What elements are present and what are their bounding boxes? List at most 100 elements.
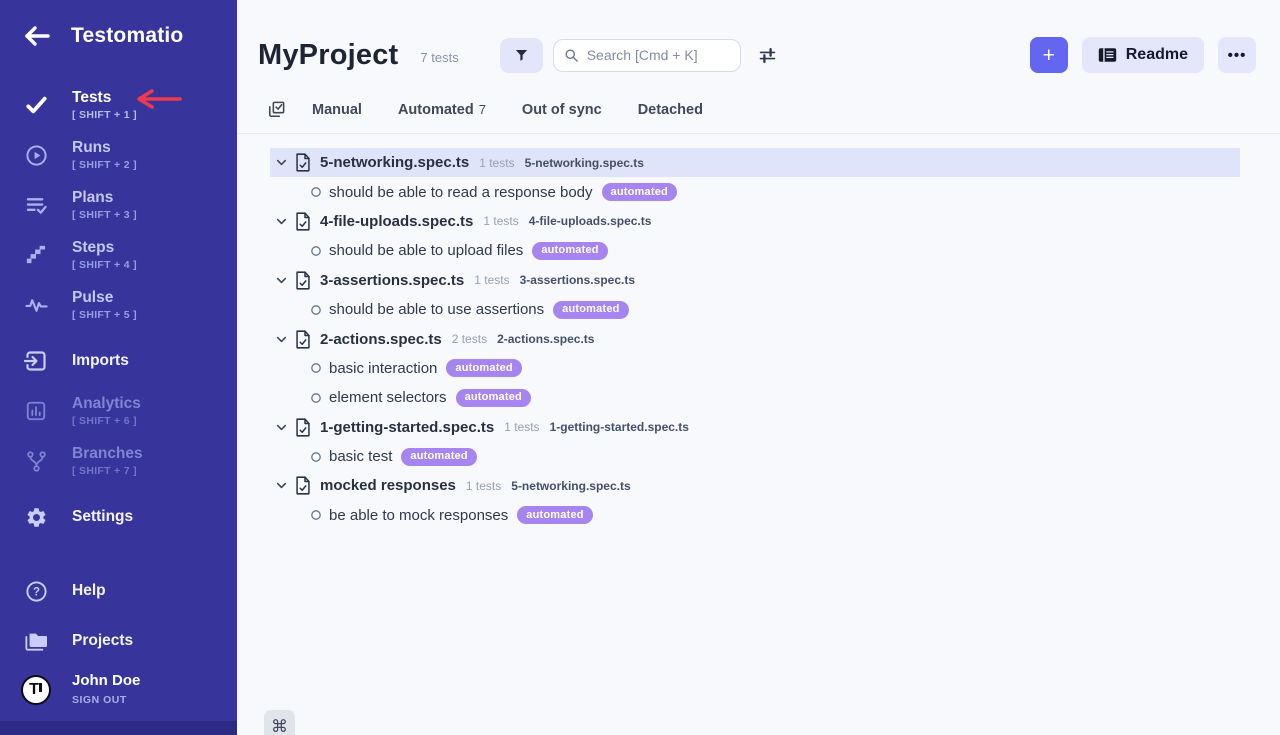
sidebar-item-shortcut: [ SHIFT + 2 ] bbox=[72, 159, 137, 172]
test-row[interactable]: element selectors automated bbox=[270, 383, 1240, 412]
automated-badge: automated bbox=[553, 301, 628, 319]
test-title: element selectors bbox=[329, 389, 447, 406]
sidebar-item-analytics[interactable]: Analytics[ SHIFT + 6 ] bbox=[0, 386, 237, 436]
funnel-icon bbox=[514, 47, 529, 63]
test-title: basic test bbox=[329, 448, 392, 465]
group-test-count: 1 tests bbox=[474, 273, 509, 287]
import-icon bbox=[24, 349, 48, 373]
group-file-path: 5-networking.spec.ts bbox=[511, 479, 630, 493]
select-all-button[interactable] bbox=[267, 100, 286, 119]
sidebar-item-steps[interactable]: Steps[ SHIFT + 4 ] bbox=[0, 230, 237, 280]
test-group-row[interactable]: mocked responses1 tests5-networking.spec… bbox=[270, 471, 1240, 500]
sidebar-item-projects[interactable]: Projects bbox=[0, 616, 237, 666]
sidebar-item-plans[interactable]: Plans[ SHIFT + 3 ] bbox=[0, 180, 237, 230]
sidebar-item-runs[interactable]: Runs [ SHIFT + 2 ] bbox=[0, 130, 237, 180]
test-title: should be able to read a response body bbox=[329, 184, 593, 201]
select-all-icon bbox=[267, 100, 286, 119]
readme-button[interactable]: Readme bbox=[1082, 37, 1204, 73]
avatar: T bbox=[21, 675, 51, 705]
sidebar-item-settings[interactable]: Settings bbox=[0, 492, 237, 542]
test-group-row[interactable]: 4-file-uploads.spec.ts1 tests4-file-uplo… bbox=[270, 207, 1240, 236]
sidebar-item-label: Projects bbox=[72, 631, 133, 650]
automated-badge: automated bbox=[401, 448, 476, 466]
collapse-toggle[interactable] bbox=[275, 333, 288, 346]
book-icon bbox=[1098, 47, 1117, 63]
test-title: should be able to use assertions bbox=[329, 301, 544, 318]
tab-automated[interactable]: Automated7 bbox=[398, 102, 486, 118]
group-name: 1-getting-started.spec.ts bbox=[320, 419, 494, 436]
test-row[interactable]: should be able to read a response bodyau… bbox=[270, 177, 1240, 206]
sidebar-item-pulse[interactable]: Pulse[ SHIFT + 5 ] bbox=[0, 280, 237, 330]
sliders-icon bbox=[758, 47, 777, 64]
group-file-path: 2-actions.spec.ts bbox=[497, 332, 594, 346]
collapse-toggle[interactable] bbox=[275, 421, 288, 434]
sidebar-item-tests[interactable]: Tests[ SHIFT + 1 ] bbox=[0, 80, 237, 130]
collapse-toggle[interactable] bbox=[275, 274, 288, 287]
test-status-icon bbox=[310, 362, 322, 374]
activity-icon bbox=[25, 296, 48, 314]
group-test-count: 1 tests bbox=[483, 214, 518, 228]
tab-manual[interactable]: Manual bbox=[312, 102, 362, 118]
collapse-toggle[interactable] bbox=[275, 156, 288, 169]
test-status-icon bbox=[310, 509, 322, 521]
sidebar-item-shortcut: [ SHIFT + 3 ] bbox=[72, 209, 137, 222]
collapse-toggle[interactable] bbox=[275, 215, 288, 228]
search-icon bbox=[564, 48, 579, 63]
test-row[interactable]: should be able to use assertions automate… bbox=[270, 295, 1240, 324]
view-options-button[interactable] bbox=[758, 47, 777, 64]
test-row[interactable]: basic interaction automated bbox=[270, 354, 1240, 383]
automated-badge: automated bbox=[456, 389, 531, 407]
test-row[interactable]: be able to mock responses automated bbox=[270, 501, 1240, 530]
sign-out-link[interactable]: SIGN OUT bbox=[72, 694, 140, 707]
test-group-row[interactable]: 1-getting-started.spec.ts1 tests1-gettin… bbox=[270, 413, 1240, 442]
group-name: 5-networking.spec.ts bbox=[320, 154, 469, 171]
tab-label: Detached bbox=[638, 102, 703, 118]
group-test-count: 1 tests bbox=[504, 420, 539, 434]
test-status-icon bbox=[310, 304, 322, 316]
user-menu[interactable]: T John Doe SIGN OUT bbox=[0, 666, 237, 715]
test-group-row[interactable]: 3-assertions.spec.ts1 tests3-assertions.… bbox=[270, 266, 1240, 295]
collapse-toggle[interactable] bbox=[275, 479, 288, 492]
test-status-icon bbox=[310, 392, 322, 404]
play-circle-icon bbox=[25, 144, 48, 167]
automated-badge: automated bbox=[446, 359, 521, 377]
sidebar-item-label: Settings bbox=[72, 507, 133, 526]
search-input[interactable] bbox=[587, 47, 730, 63]
file-icon bbox=[295, 153, 311, 172]
group-name: mocked responses bbox=[320, 477, 456, 494]
file-icon bbox=[295, 418, 311, 437]
filter-button[interactable] bbox=[500, 38, 543, 73]
stairs-icon bbox=[25, 245, 47, 265]
test-group-row[interactable]: 5-networking.spec.ts1 tests5-networking.… bbox=[270, 148, 1240, 177]
sidebar-item-imports[interactable]: Imports bbox=[0, 336, 237, 386]
tab-out-of-sync[interactable]: Out of sync bbox=[522, 102, 602, 118]
sidebar-item-label: Analytics bbox=[72, 394, 141, 413]
sidebar-item-help[interactable]: ?Help bbox=[0, 566, 237, 616]
test-group-row[interactable]: 2-actions.spec.ts2 tests2-actions.spec.t… bbox=[270, 324, 1240, 353]
sidebar-item-label: Runs bbox=[72, 138, 137, 157]
sidebar-item-branches[interactable]: Branches[ SHIFT + 7 ] bbox=[0, 436, 237, 486]
sidebar-item-label: Imports bbox=[72, 351, 129, 370]
group-name: 2-actions.spec.ts bbox=[320, 331, 442, 348]
sidebar-item-shortcut: [ SHIFT + 4 ] bbox=[72, 259, 137, 272]
file-icon bbox=[295, 212, 311, 231]
more-options-button[interactable]: ••• bbox=[1218, 37, 1256, 73]
automated-badge: automated bbox=[517, 506, 592, 524]
search-box bbox=[553, 39, 741, 72]
app-window: Testomatio Tests[ SHIFT + 1 ]Runs[ SHIFT… bbox=[0, 0, 1280, 735]
test-row[interactable]: basic test automated bbox=[270, 442, 1240, 471]
group-file-path: 3-assertions.spec.ts bbox=[520, 273, 635, 287]
test-status-icon bbox=[310, 451, 322, 463]
back-button[interactable] bbox=[20, 24, 54, 48]
chevron-down-icon bbox=[275, 479, 288, 492]
command-shortcut-button[interactable]: ⌘ bbox=[264, 710, 295, 735]
test-row[interactable]: should be able to upload filesautomated bbox=[270, 236, 1240, 265]
check-icon bbox=[25, 95, 48, 115]
add-test-button[interactable]: + bbox=[1030, 37, 1068, 73]
group-test-count: 1 tests bbox=[479, 156, 514, 170]
sidebar-footer: ?Help Projects T John Doe SIGN OUT bbox=[0, 566, 237, 735]
test-title: be able to mock responses bbox=[329, 507, 508, 524]
tab-detached[interactable]: Detached bbox=[638, 102, 703, 118]
test-title: basic interaction bbox=[329, 360, 437, 377]
gear-icon bbox=[25, 506, 48, 529]
